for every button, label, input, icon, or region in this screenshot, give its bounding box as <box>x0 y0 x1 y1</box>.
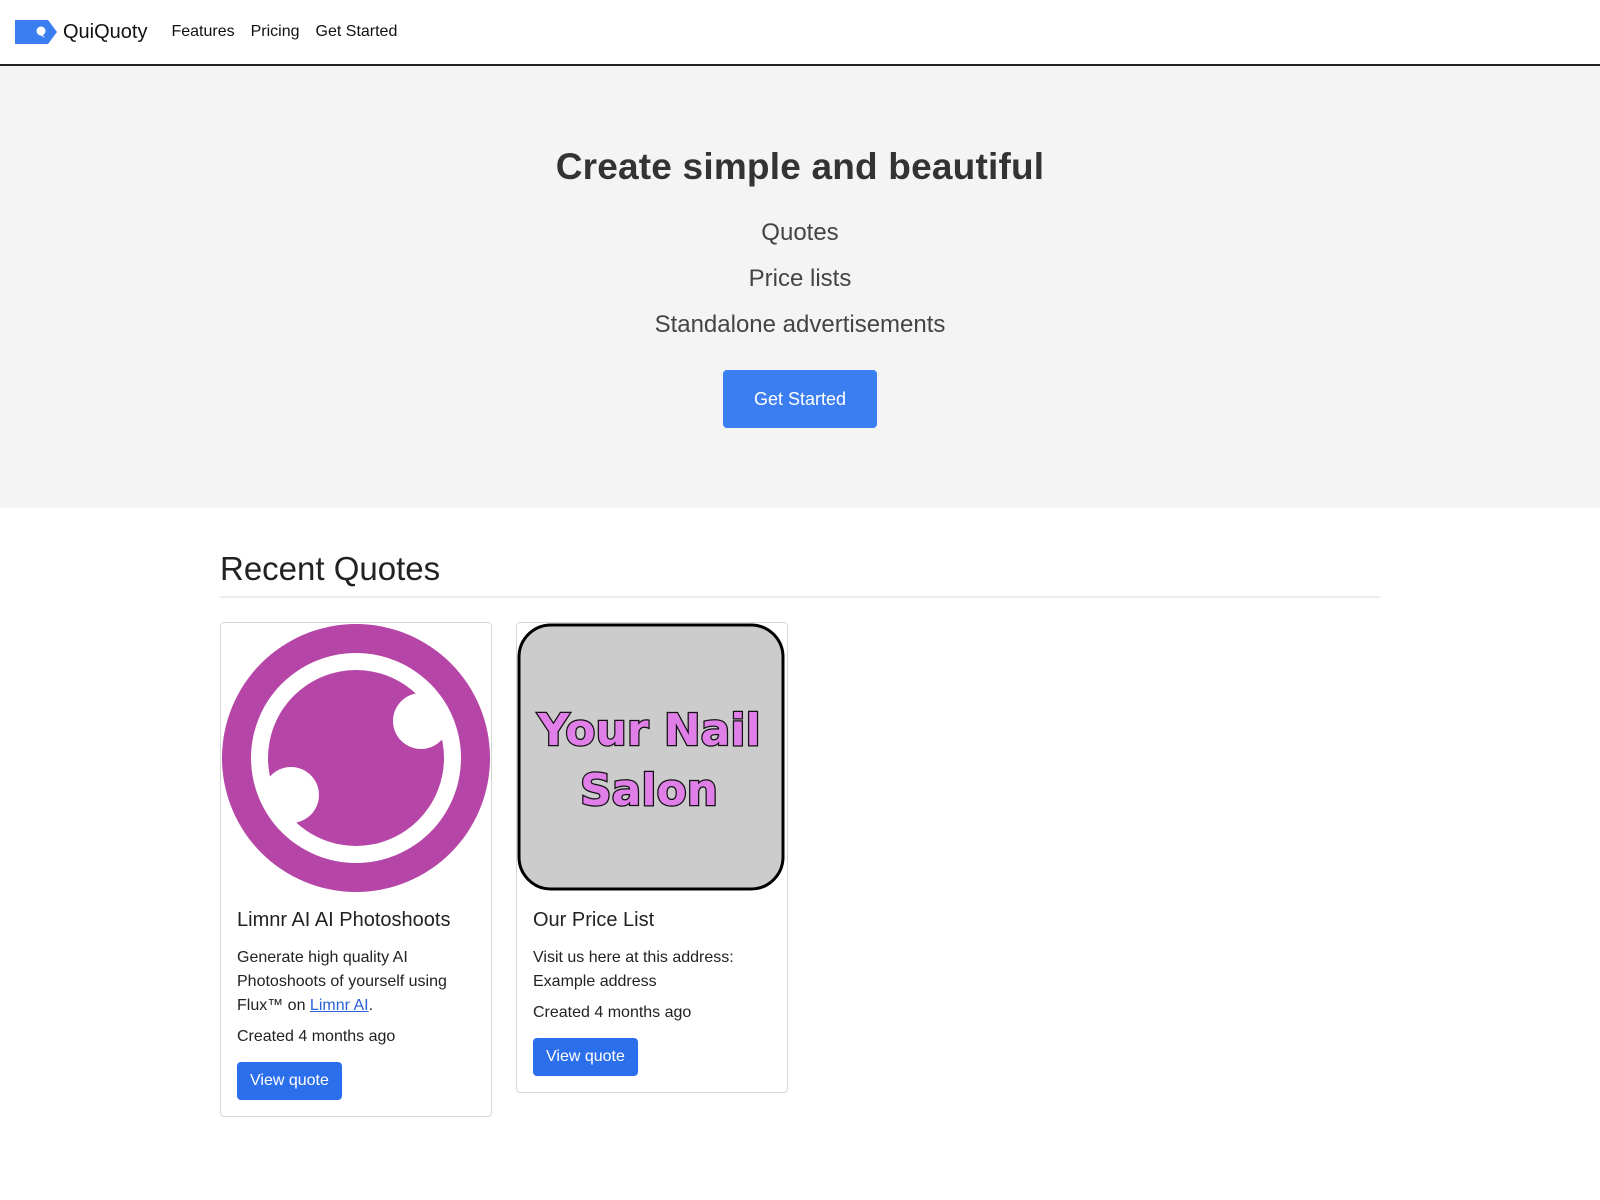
get-started-button[interactable]: Get Started <box>723 370 877 428</box>
card-created-date: Created 4 months ago <box>237 1028 396 1045</box>
nav-link-pricing[interactable]: Pricing <box>251 23 300 41</box>
recent-quotes-section: Recent Quotes Limnr AI AI Photoshoots Ge… <box>220 508 1380 1117</box>
card-title: Our Price List <box>533 909 655 931</box>
brand-name: QuiQuoty <box>63 20 148 43</box>
hero-item-quotes: Quotes <box>761 219 839 246</box>
card-created-date: Created 4 months ago <box>533 1004 692 1021</box>
quote-card: Your Nail Salon Our Price List Visit us … <box>516 622 788 1093</box>
brand-home-link[interactable]: QuiQuoty <box>15 18 171 46</box>
hero-item-price-lists: Price lists <box>748 265 852 292</box>
nav-link-features[interactable]: Features <box>171 23 234 41</box>
nail-salon-line1: Your Nail <box>536 705 760 756</box>
hero-item-standalone-ads: Standalone advertisements <box>654 311 946 338</box>
view-quote-button[interactable]: View quote <box>237 1062 342 1100</box>
hero-section: Create simple and beautiful Quotes Price… <box>0 66 1600 508</box>
nav-link-get-started[interactable]: Get Started <box>316 23 398 41</box>
quote-card: Limnr AI AI Photoshoots Generate high qu… <box>220 622 492 1117</box>
limnr-ai-link[interactable]: Limnr AI <box>310 997 369 1014</box>
view-quote-button[interactable]: View quote <box>533 1038 638 1076</box>
top-navbar: QuiQuoty Features Pricing Get Started <box>0 0 1600 66</box>
card-description: Generate high quality AI Photoshoots of … <box>237 946 475 1018</box>
quote-cards: Limnr AI AI Photoshoots Generate high qu… <box>220 622 1380 1117</box>
section-title: Recent Quotes <box>220 550 1380 598</box>
card-description: Visit us here at this address: Example a… <box>533 949 734 990</box>
limnr-logo-image <box>221 623 491 893</box>
nail-salon-line2: Salon <box>580 765 718 816</box>
card-description-end: . <box>368 997 374 1014</box>
card-title: Limnr AI AI Photoshoots <box>237 909 451 931</box>
nail-salon-logo-image: Your Nail Salon <box>517 623 787 893</box>
quiquoty-logo-icon <box>15 18 59 46</box>
hero-title: Create simple and beautiful <box>555 146 1045 187</box>
